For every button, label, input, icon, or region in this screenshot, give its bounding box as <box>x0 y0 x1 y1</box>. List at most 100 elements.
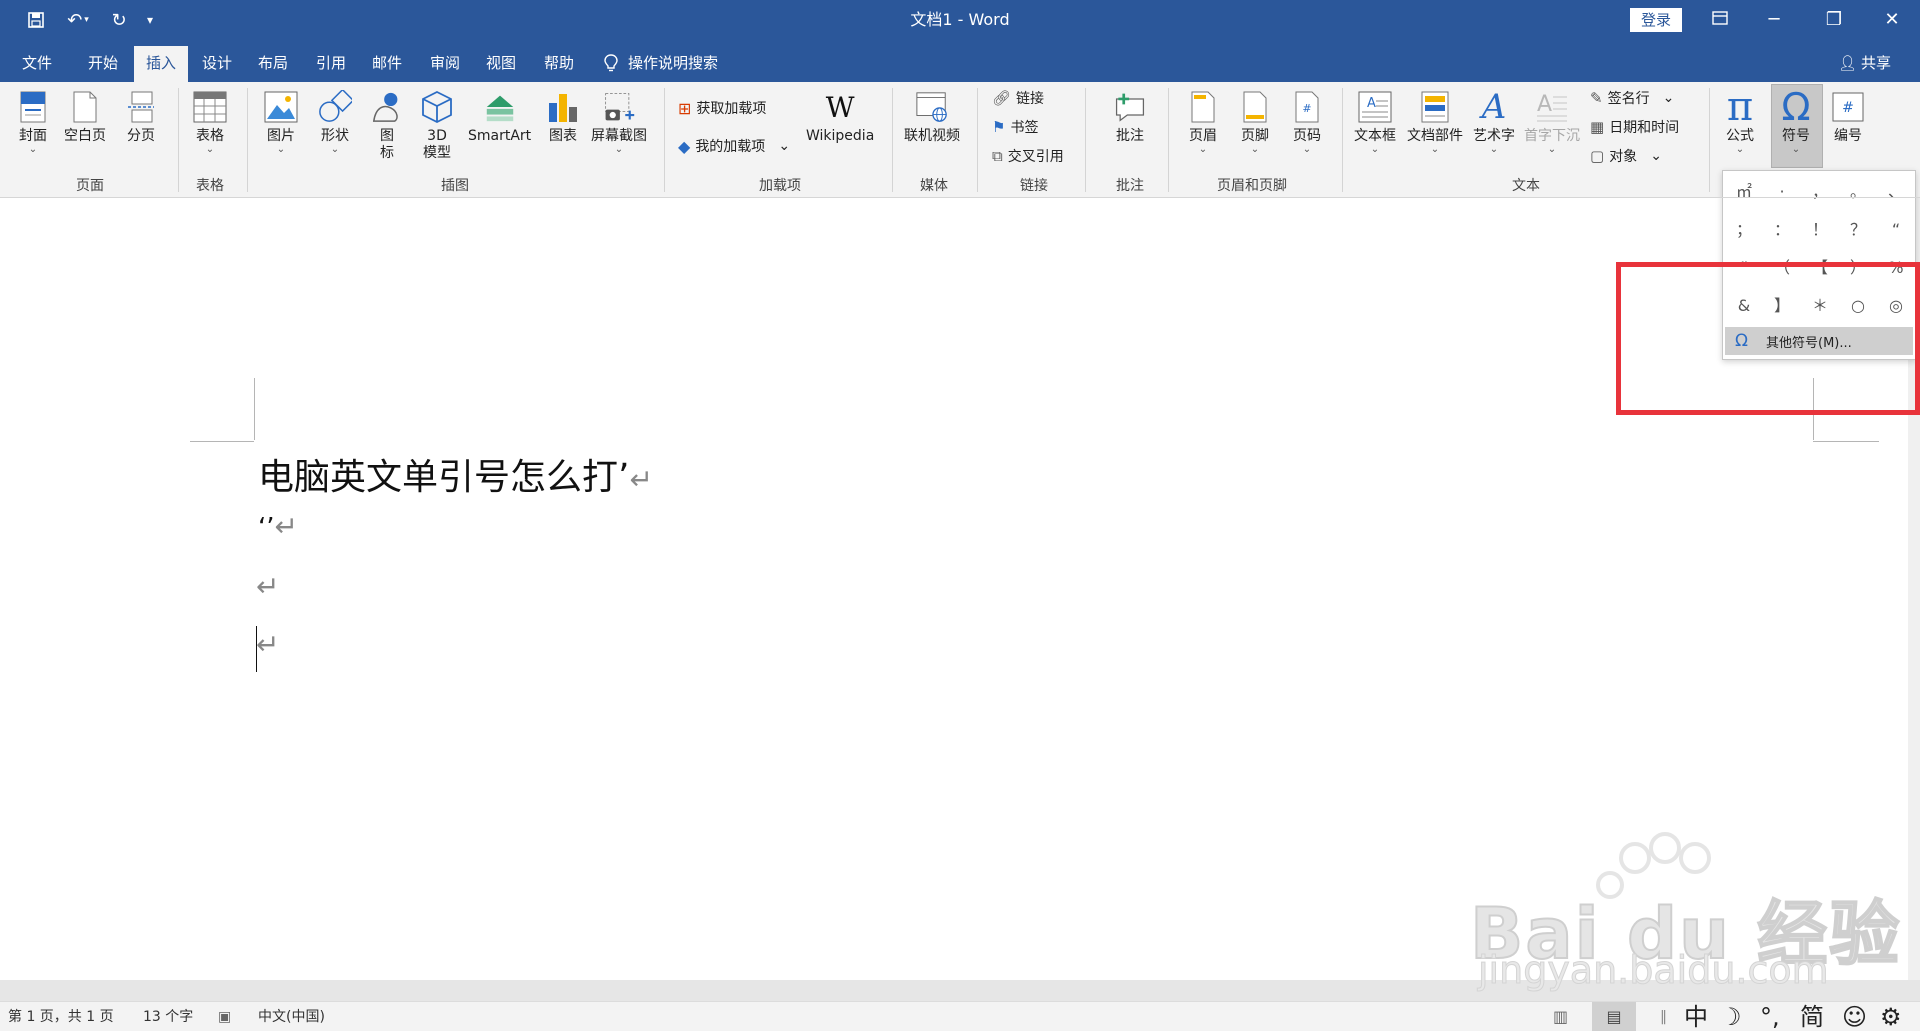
wordart-button[interactable]: A 艺术字 ⌄ <box>1473 87 1515 155</box>
footer-icon <box>1238 88 1272 126</box>
paragraph-mark: ↵ <box>256 570 280 603</box>
blank-page-button[interactable]: 空白页 <box>64 88 106 145</box>
login-button[interactable]: 登录 <box>1630 8 1682 32</box>
footer-button[interactable]: 页脚 ⌄ <box>1238 88 1272 155</box>
tab-insert[interactable]: 插入 <box>134 46 188 82</box>
symbol-cell[interactable]: ！ <box>1801 211 1839 249</box>
textbox-button[interactable]: A 文本框 ⌄ <box>1354 88 1396 155</box>
group-label-pages: 页面 <box>76 178 104 194</box>
link-icon: 🔗︎ <box>992 89 1012 107</box>
cover-page-button[interactable]: 封面 ⌄ <box>16 88 50 155</box>
svg-text:A: A <box>1367 96 1376 111</box>
symbol-button[interactable]: Ω 符号 ⌄ <box>1779 85 1813 155</box>
online-video-button[interactable]: 联机视频 <box>904 88 960 145</box>
quick-parts-button[interactable]: 文档部件 ⌄ <box>1407 88 1463 155</box>
document-line-2[interactable]: ‘’↵ <box>258 510 298 543</box>
read-mode-icon[interactable]: ▥ <box>1553 1002 1568 1031</box>
crop-mark <box>190 441 254 442</box>
get-addins-button[interactable]: ⊞ 获取加载项 <box>678 96 766 120</box>
symbol-cell[interactable]: “ <box>1877 211 1915 249</box>
symbol-cell[interactable]: ： <box>1763 211 1801 249</box>
object-button[interactable]: ▢ 对象 ⌄ <box>1590 144 1662 168</box>
cover-page-icon <box>16 88 50 126</box>
tab-mailings[interactable]: 邮件 <box>360 46 414 82</box>
picture-button[interactable]: 图片 ⌄ <box>264 88 298 155</box>
minimize-icon[interactable]: ─ <box>1750 0 1798 40</box>
tab-home[interactable]: 开始 <box>76 46 130 82</box>
page-count[interactable]: 第 1 页，共 1 页 <box>8 1002 114 1031</box>
ime-chinese-icon[interactable]: 中 <box>1684 1002 1708 1031</box>
screenshot-button[interactable]: 屏幕截图 ⌄ <box>591 88 647 155</box>
word-count[interactable]: 13 个字 <box>143 1002 193 1031</box>
tab-review[interactable]: 审阅 <box>418 46 472 82</box>
camera-icon <box>602 88 636 126</box>
document-line-4[interactable]: ↵ <box>256 628 279 661</box>
language-indicator[interactable]: 中文(中国) <box>258 1002 325 1031</box>
chart-button[interactable]: 图表 <box>546 88 580 145</box>
group-label-header-footer: 页眉和页脚 <box>1217 178 1287 194</box>
pi-icon: π <box>1726 84 1754 130</box>
ime-settings-icon[interactable]: ⚙ <box>1880 1002 1902 1031</box>
bar-chart-icon <box>546 88 580 126</box>
share-button[interactable]: 👤︎ 共享 <box>1838 46 1891 80</box>
page-number-button[interactable]: # 页码 ⌄ <box>1290 88 1324 155</box>
group-label-addins: 加载项 <box>759 178 801 194</box>
ime-simplified-icon[interactable]: 简 <box>1800 1002 1824 1031</box>
text-cursor <box>256 626 257 672</box>
store-icon: ⊞ <box>678 98 692 118</box>
bookmark-button[interactable]: ⚑ 书签 <box>992 115 1038 139</box>
group-separator <box>178 88 179 192</box>
crop-mark <box>254 378 255 440</box>
tab-layout[interactable]: 布局 <box>246 46 300 82</box>
tab-design[interactable]: 设计 <box>190 46 244 82</box>
restore-icon[interactable]: ❐ <box>1810 0 1858 40</box>
cross-reference-button[interactable]: ⧉ 交叉引用 <box>992 144 1064 168</box>
cross-reference-icon: ⧉ <box>992 147 1003 165</box>
shapes-button[interactable]: 形状 ⌄ <box>318 88 352 155</box>
ime-punctuation-icon[interactable]: °, <box>1760 1002 1780 1031</box>
proofing-icon[interactable]: ▣ <box>218 1002 231 1031</box>
symbol-cell[interactable]: ； <box>1725 211 1763 249</box>
link-button[interactable]: 🔗︎ 链接 <box>992 86 1044 110</box>
drop-cap-button[interactable]: A 首字下沉 ⌄ <box>1524 88 1580 155</box>
page-break-button[interactable]: 分页 <box>124 88 158 145</box>
ime-halfwidth-icon[interactable]: ☽ <box>1720 1002 1742 1031</box>
tab-references[interactable]: 引用 <box>304 46 358 82</box>
smartart-button[interactable]: SmartArt <box>468 88 531 145</box>
equation-button[interactable]: π 公式 ⌄ <box>1723 84 1757 155</box>
tab-file[interactable]: 文件 <box>10 46 64 82</box>
comment-button[interactable]: 批注 <box>1113 88 1147 145</box>
shapes-icon <box>318 88 352 126</box>
number-icon: # <box>1831 88 1865 126</box>
close-icon[interactable]: ✕ <box>1868 0 1916 40</box>
tab-help[interactable]: 帮助 <box>532 46 586 82</box>
document-line-1[interactable]: 电脑英文单引号怎么打’↵ <box>258 448 653 500</box>
signature-line-button[interactable]: ✎ 签名行 ⌄ <box>1590 86 1674 110</box>
header-button[interactable]: 页眉 ⌄ <box>1186 88 1220 155</box>
print-layout-icon[interactable]: ▤ <box>1592 1002 1636 1031</box>
group-label-comments: 批注 <box>1116 178 1144 194</box>
textbox-icon: A <box>1358 88 1392 126</box>
my-addins-button[interactable]: ◆ 我的加载项 ⌄ <box>678 134 790 158</box>
document-line-3[interactable]: ↵ <box>256 570 279 603</box>
group-separator <box>1342 88 1343 192</box>
group-separator <box>977 88 978 192</box>
group-separator <box>1709 88 1710 192</box>
numbering-button[interactable]: # 编号 <box>1831 88 1865 145</box>
wikipedia-button[interactable]: W Wikipedia <box>806 88 874 145</box>
ribbon-display-icon[interactable] <box>1696 0 1744 40</box>
page-break-icon <box>124 88 158 126</box>
icons-button[interactable]: 图标 <box>370 88 404 162</box>
search-label: 操作说明搜索 <box>628 54 719 72</box>
person-icon: 👤︎ <box>1838 54 1858 72</box>
symbol-cell[interactable]: ？ <box>1839 211 1877 249</box>
crop-mark <box>1813 441 1879 442</box>
tab-view[interactable]: 视图 <box>474 46 528 82</box>
tell-me-search[interactable]: 操作说明搜索 <box>604 46 718 80</box>
ime-emoji-icon[interactable]: ☺ <box>1842 1002 1867 1031</box>
calendar-icon: ▦ <box>1590 118 1605 136</box>
table-button[interactable]: 表格 ⌄ <box>193 88 227 155</box>
comment-icon <box>1113 88 1147 126</box>
date-time-button[interactable]: ▦ 日期和时间 <box>1590 115 1679 139</box>
3d-model-button[interactable]: 3D 模型 <box>420 88 454 162</box>
